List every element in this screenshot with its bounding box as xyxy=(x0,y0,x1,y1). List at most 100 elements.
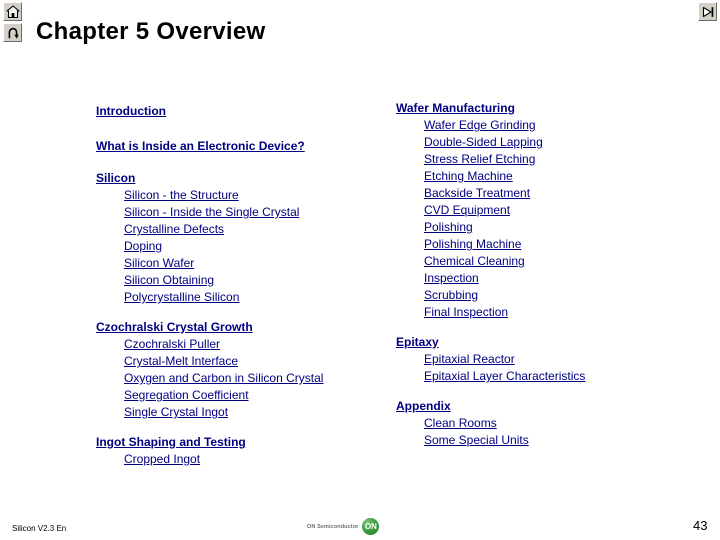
toc-item-final-inspection[interactable]: Final Inspection xyxy=(396,304,686,321)
toc-item-label: Stress Relief Etching xyxy=(424,152,536,166)
toc-item-label: Czochralski Puller xyxy=(124,337,221,351)
u-turn-back-icon xyxy=(6,26,20,40)
toc-item-indent xyxy=(396,219,424,236)
toc-section-introduction: Introduction xyxy=(96,100,376,122)
toc-item-indent xyxy=(96,370,124,387)
toc-item-indent xyxy=(96,272,124,289)
page-title: Chapter 5 Overview xyxy=(36,18,266,45)
toc-item-label: Wafer Edge Grinding xyxy=(424,118,536,132)
toc-item-indent xyxy=(396,202,424,219)
toc-item-label: Single Crystal Ingot xyxy=(124,405,229,419)
toc-item-oxygen-and-carbon-in-silicon-crystal[interactable]: Oxygen and Carbon in Silicon Crystal xyxy=(96,370,376,387)
toc-item-label: Crystal-Melt Interface xyxy=(124,354,239,368)
toc-item-etching-machine[interactable]: Etching Machine xyxy=(396,168,686,185)
toc-item-indent xyxy=(96,404,124,421)
toc-item-indent xyxy=(96,451,124,468)
toc-item-label: CVD Equipment xyxy=(424,203,511,217)
toc-section-ingot-shaping-and-testing: Ingot Shaping and Testing Cropped Ingot xyxy=(96,434,376,468)
toc-item-indent xyxy=(96,336,124,353)
toc-section-appendix: Appendix Clean Rooms Some Special Units xyxy=(396,398,686,449)
toc-item-double-sided-lapping[interactable]: Double-Sided Lapping xyxy=(396,134,686,151)
toc-item-single-crystal-ingot[interactable]: Single Crystal Ingot xyxy=(96,404,376,421)
toc-item-label: Polishing Machine xyxy=(424,237,522,251)
toc-item-silicon-wafer[interactable]: Silicon Wafer xyxy=(96,255,376,272)
footer-version-label: Silicon V2.3 En xyxy=(12,524,67,533)
toc-item-clean-rooms[interactable]: Clean Rooms xyxy=(396,415,686,432)
toc-item-czochralski-puller[interactable]: Czochralski Puller xyxy=(96,336,376,353)
toc-heading-czochralski-crystal-growth[interactable]: Czochralski Crystal Growth xyxy=(96,319,376,336)
toc-item-crystalline-defects[interactable]: Crystalline Defects xyxy=(96,221,376,238)
toc-item-polishing-machine[interactable]: Polishing Machine xyxy=(396,236,686,253)
toc-item-indent xyxy=(396,415,424,432)
toc-item-indent xyxy=(396,236,424,253)
toc-item-indent xyxy=(396,151,424,168)
toc-item-label: Double-Sided Lapping xyxy=(424,135,543,149)
toc-item-cropped-ingot[interactable]: Cropped Ingot xyxy=(96,451,376,468)
toc-item-inspection[interactable]: Inspection xyxy=(396,270,686,287)
on-logo-icon: ON xyxy=(362,518,380,535)
next-slide-icon xyxy=(701,5,715,19)
toc-item-epitaxial-reactor[interactable]: Epitaxial Reactor xyxy=(396,351,686,368)
toc-item-label: Silicon - the Structure xyxy=(124,188,239,202)
toc-item-label: Final Inspection xyxy=(424,305,509,319)
toc-section-wafer-manufacturing: Wafer Manufacturing Wafer Edge Grinding … xyxy=(396,100,686,321)
toc-item-cvd-equipment[interactable]: CVD Equipment xyxy=(396,202,686,219)
toc-item-polycrystalline-silicon[interactable]: Polycrystalline Silicon xyxy=(96,289,376,306)
toc-heading-epitaxy[interactable]: Epitaxy xyxy=(396,334,686,351)
toc-item-stress-relief-etching[interactable]: Stress Relief Etching xyxy=(396,151,686,168)
toc-item-some-special-units[interactable]: Some Special Units xyxy=(396,432,686,449)
home-button[interactable] xyxy=(3,2,22,21)
toc-item-label: Polycrystalline Silicon xyxy=(124,290,240,304)
toc-item-backside-treatment[interactable]: Backside Treatment xyxy=(396,185,686,202)
toc-item-wafer-edge-grinding[interactable]: Wafer Edge Grinding xyxy=(396,117,686,134)
toc-item-label: Silicon Wafer xyxy=(124,256,195,270)
toc-heading-silicon[interactable]: Silicon xyxy=(96,170,376,187)
toc-item-silicon-obtaining[interactable]: Silicon Obtaining xyxy=(96,272,376,289)
page-number: 43 xyxy=(693,518,708,533)
toc-section-epitaxy: Epitaxy Epitaxial Reactor Epitaxial Laye… xyxy=(396,334,686,385)
toc-item-polishing[interactable]: Polishing xyxy=(396,219,686,236)
toc-heading-appendix[interactable]: Appendix xyxy=(396,398,686,415)
toc-item-indent xyxy=(396,134,424,151)
toc-section-czochralski-crystal-growth: Czochralski Crystal Growth Czochralski P… xyxy=(96,319,376,421)
toc-heading-introduction[interactable]: Introduction xyxy=(96,100,376,122)
logo-wordmark: ON Semiconductor xyxy=(307,523,359,530)
on-semiconductor-logo: ON Semiconductor ON xyxy=(307,518,380,535)
toc-item-label: Chemical Cleaning xyxy=(424,254,525,268)
toc-item-scrubbing[interactable]: Scrubbing xyxy=(396,287,686,304)
back-button[interactable] xyxy=(3,23,22,42)
toc-item-indent xyxy=(396,351,424,368)
toc-item-label: Polishing xyxy=(424,220,473,234)
toc-item-label: Doping xyxy=(124,239,163,253)
toc-item-segregation-coefficient[interactable]: Segregation Coefficient xyxy=(96,387,376,404)
toc-item-label: Silicon Obtaining xyxy=(124,273,215,287)
toc-heading-wafer-manufacturing[interactable]: Wafer Manufacturing xyxy=(396,100,686,117)
toc-item-label: Cropped Ingot xyxy=(124,452,201,466)
toc-item-epitaxial-layer-characteristics[interactable]: Epitaxial Layer Characteristics xyxy=(396,368,686,385)
toc-item-silicon-inside-the-single-crystal[interactable]: Silicon - Inside the Single Crystal xyxy=(96,204,376,221)
toc-item-indent xyxy=(96,187,124,204)
toc-heading-ingot-shaping-and-testing[interactable]: Ingot Shaping and Testing xyxy=(96,434,376,451)
toc-item-indent xyxy=(96,255,124,272)
toc-item-label: Scrubbing xyxy=(424,288,479,302)
next-slide-button[interactable] xyxy=(698,2,717,21)
toc-item-doping[interactable]: Doping xyxy=(96,238,376,255)
toc-item-indent xyxy=(396,287,424,304)
toc-item-indent xyxy=(96,353,124,370)
toc-item-indent xyxy=(396,117,424,134)
toc-item-label: Some Special Units xyxy=(424,433,529,447)
toc-item-label: Epitaxial Layer Characteristics xyxy=(424,369,586,383)
toc-item-silicon-the-structure[interactable]: Silicon - the Structure xyxy=(96,187,376,204)
toc-heading-what-is-inside-an-electronic-device[interactable]: What is Inside an Electronic Device? xyxy=(96,135,376,157)
toc-item-indent xyxy=(396,270,424,287)
toc-item-chemical-cleaning[interactable]: Chemical Cleaning xyxy=(396,253,686,270)
toc-item-label: Inspection xyxy=(424,271,479,285)
toc-item-crystal-melt-interface[interactable]: Crystal-Melt Interface xyxy=(96,353,376,370)
toc-section-silicon: Silicon Silicon - the Structure Silicon … xyxy=(96,170,376,306)
toc-item-label: Backside Treatment xyxy=(424,186,531,200)
toc-item-indent xyxy=(96,387,124,404)
toc-item-indent xyxy=(96,289,124,306)
toc-item-indent xyxy=(396,253,424,270)
toc-item-label: Silicon - Inside the Single Crystal xyxy=(124,205,300,219)
toc-column-right: Wafer Manufacturing Wafer Edge Grinding … xyxy=(396,100,686,449)
